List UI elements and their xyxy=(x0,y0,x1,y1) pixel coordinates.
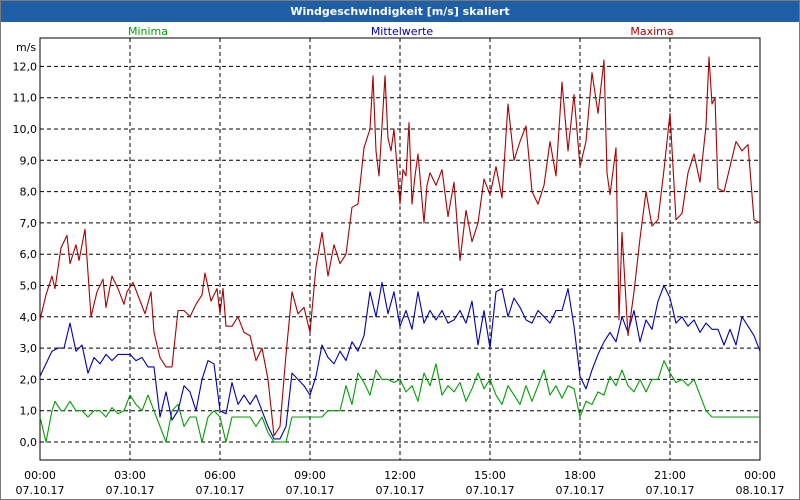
y-tick-label: 5,0 xyxy=(20,280,38,293)
x-tick-date: 07.10.17 xyxy=(646,484,695,497)
y-tick-label: 10,0 xyxy=(13,123,38,136)
legend: Minima Mittelwerte Maxima xyxy=(128,25,674,38)
legend-maxima: Maxima xyxy=(630,25,673,38)
legend-minima: Minima xyxy=(128,25,168,38)
y-tick-label: 12,0 xyxy=(13,60,38,73)
y-tick-label: 7,0 xyxy=(20,217,38,230)
x-tick-date: 08.10.17 xyxy=(736,484,785,497)
x-tick-time: 00:00 xyxy=(24,469,56,482)
x-tick-time: 03:00 xyxy=(114,469,146,482)
y-axis-label: m/s xyxy=(16,41,36,54)
y-tick-label: 3,0 xyxy=(20,342,38,355)
x-tick-date: 07.10.17 xyxy=(466,484,515,497)
legend-mittelwerte: Mittelwerte xyxy=(371,25,434,38)
y-axis: 0,0 1,0 2,0 3,0 4,0 5,0 6,0 7,0 8,0 9,0 10,0 11,0 12… xyxy=(13,60,38,449)
y-tick-label: 4,0 xyxy=(20,311,38,324)
x-tick-date: 07.10.17 xyxy=(286,484,335,497)
x-tick-date: 07.10.17 xyxy=(376,484,425,497)
x-tick-date: 07.10.17 xyxy=(196,484,245,497)
x-tick-time: 15:00 xyxy=(474,469,506,482)
x-tick-time: 00:00 xyxy=(744,469,776,482)
y-tick-label: 9,0 xyxy=(20,154,38,167)
y-tick-label: 8,0 xyxy=(20,186,38,199)
x-tick-time: 21:00 xyxy=(654,469,686,482)
y-tick-label: 11,0 xyxy=(13,92,38,105)
y-tick-label: 2,0 xyxy=(20,373,38,386)
y-tick-label: 1,0 xyxy=(20,405,38,418)
x-tick-time: 12:00 xyxy=(384,469,416,482)
x-tick-date: 07.10.17 xyxy=(556,484,605,497)
x-tick-date: 07.10.17 xyxy=(106,484,155,497)
y-tick-label: 6,0 xyxy=(20,248,38,261)
x-tick-date: 07.10.17 xyxy=(16,484,65,497)
x-axis: 00:00 07.10.17 03:00 07.10.17 06:00 07.10.17 0… xyxy=(16,469,785,497)
x-tick-time: 18:00 xyxy=(564,469,596,482)
x-tick-time: 09:00 xyxy=(294,469,326,482)
x-tick-time: 06:00 xyxy=(204,469,236,482)
y-tick-label: 0,0 xyxy=(20,436,38,449)
chart-area: 0,0 1,0 2,0 3,0 4,0 5,0 6,0 7,0 8,0 9,0 10,0 11,0 12… xyxy=(13,25,785,497)
